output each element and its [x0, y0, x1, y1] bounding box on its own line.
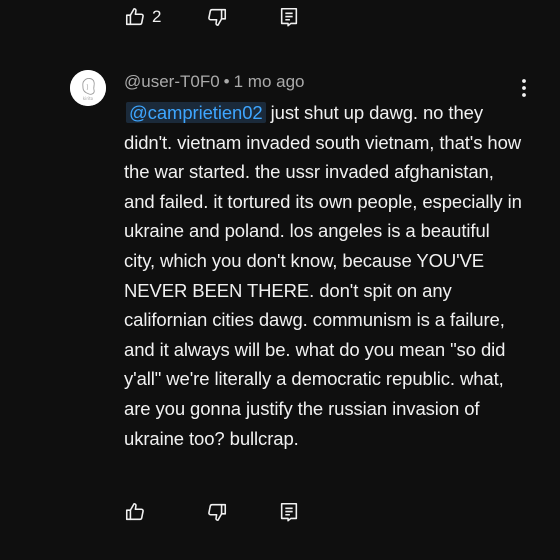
comment-time[interactable]: 1 mo ago — [234, 72, 305, 91]
comment-reply-button[interactable] — [278, 501, 308, 523]
thumbs-up-icon — [124, 501, 146, 523]
comment-actions — [124, 497, 308, 527]
comment-thread: 2 kirito @user-T0F0 • 1 mo ago @campriet… — [0, 0, 560, 560]
like-button[interactable]: 2 — [124, 6, 206, 28]
comment-like-button[interactable] — [124, 501, 206, 523]
comment-dislike-button[interactable] — [206, 501, 278, 523]
dislike-button[interactable] — [206, 6, 278, 28]
comment-text: @camprietien02 just shut up dawg. no the… — [124, 98, 524, 453]
previous-comment-actions: 2 — [124, 2, 308, 32]
reply-icon — [278, 6, 300, 28]
svg-text:kirito: kirito — [83, 96, 94, 101]
mention-link[interactable]: @camprietien02 — [126, 102, 266, 123]
comment-author[interactable]: @user-T0F0 — [124, 72, 220, 91]
thumbs-down-icon — [206, 501, 228, 523]
like-count: 2 — [152, 7, 162, 26]
thumbs-up-icon — [124, 6, 146, 28]
header-separator: • — [223, 72, 230, 91]
reply-button[interactable] — [278, 6, 308, 28]
thumbs-down-icon — [206, 6, 228, 28]
comment-body-text: just shut up dawg. no they didn't. vietn… — [124, 102, 522, 449]
reply-icon — [278, 501, 300, 523]
comment-header: @user-T0F0 • 1 mo ago — [124, 70, 305, 94]
avatar[interactable]: kirito — [70, 70, 106, 106]
